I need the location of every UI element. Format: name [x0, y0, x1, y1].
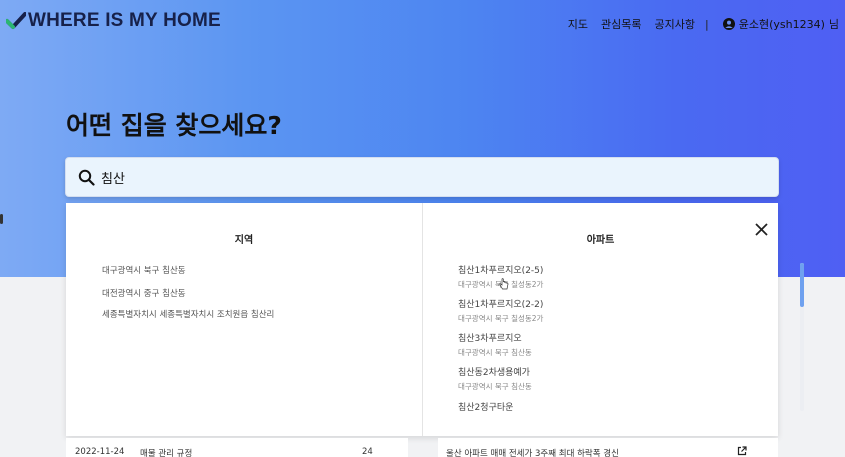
apartment-address: 대구광역시 북구 침산동: [458, 382, 532, 391]
top-nav: 지도 관심목록 공지사항 | 윤소현(ysh1234) 님: [555, 16, 839, 32]
page-headline: 어떤 집을 찾으세요?: [66, 111, 282, 140]
region-item[interactable]: 대구광역시 북구 침산동: [102, 264, 186, 276]
logo-text: WHERE IS MY HOME: [28, 10, 221, 31]
notice-count: 24: [362, 447, 373, 457]
search-suggestions-panel: 지역 대구광역시 북구 침산동 대전광역시 중구 침산동 세종특별자치시 세종특…: [66, 203, 804, 436]
notice-title: 매물 관리 규정: [140, 449, 193, 457]
apartment-address: 대구광역시 북구 침산동: [458, 348, 532, 357]
apartment-name: 침산1차푸르지오(2-5): [458, 266, 544, 276]
region-item[interactable]: 세종특별자치시 세종특별자치시 조치원읍 침산리: [102, 308, 274, 320]
search-icon: [78, 169, 95, 186]
user-name: 윤소현(ysh1234): [738, 18, 825, 31]
search-bar[interactable]: [65, 157, 779, 197]
notice-date: 2022-11-24: [75, 447, 125, 457]
scrollbar-thumb[interactable]: [800, 263, 804, 307]
apartment-name: 침산3차푸르지오: [458, 334, 522, 344]
check-icon: [6, 12, 26, 29]
news-title: 울산 아파트 매매 전세가 3주째 최대 하락폭 경신: [446, 449, 619, 457]
nav-separator: |: [705, 17, 709, 31]
search-input[interactable]: [101, 169, 701, 185]
close-button[interactable]: [755, 221, 768, 240]
apartment-address: 대구광역시 북구 칠성동2가: [458, 314, 544, 323]
hand-cursor-icon: [499, 278, 509, 290]
apartment-item[interactable]: 침산2청구타운: [458, 400, 513, 413]
apartment-column: 아파트 침산1차푸르지오(2-5) 대구광역시 북구 칠성동2가 침산1차푸르지…: [422, 203, 804, 436]
nav-favorites[interactable]: 관심목록: [601, 16, 641, 32]
news-row[interactable]: 울산 아파트 매매 전세가 3주째 최대 하락폭 경신: [438, 438, 778, 457]
apartment-name: 침산1차푸르지오(2-2): [458, 300, 544, 310]
apartment-item[interactable]: 침산1차푸르지오(2-2) 대구광역시 북구 칠성동2가: [458, 297, 543, 324]
user-menu[interactable]: 윤소현(ysh1234) 님: [722, 16, 839, 32]
external-link-icon[interactable]: [737, 446, 747, 456]
nav-map[interactable]: 지도: [568, 16, 588, 32]
user-circle-icon: [722, 18, 735, 30]
apartment-item[interactable]: 침산동2차생용예가 대구광역시 북구 침산동: [458, 365, 532, 392]
apartment-item[interactable]: 침산3차푸르지오 대구광역시 북구 침산동: [458, 331, 532, 358]
close-icon: [755, 223, 768, 236]
edge-handle: [0, 214, 3, 224]
user-suffix: 님: [828, 18, 839, 31]
logo[interactable]: WHERE IS MY HOME: [6, 10, 221, 32]
apartment-name: 침산동2차생용예가: [458, 368, 530, 378]
region-column: 지역 대구광역시 북구 침산동 대전광역시 중구 침산동 세종특별자치시 세종특…: [66, 203, 422, 436]
nav-notice[interactable]: 공지사항: [655, 16, 695, 32]
apartment-column-title: 아파트: [586, 235, 615, 246]
region-column-title: 지역: [234, 235, 254, 246]
region-item[interactable]: 대전광역시 중구 침산동: [102, 287, 186, 299]
notice-row[interactable]: 2022-11-24 매물 관리 규정 24: [66, 438, 408, 457]
apartment-name: 침산2청구타운: [458, 403, 514, 413]
